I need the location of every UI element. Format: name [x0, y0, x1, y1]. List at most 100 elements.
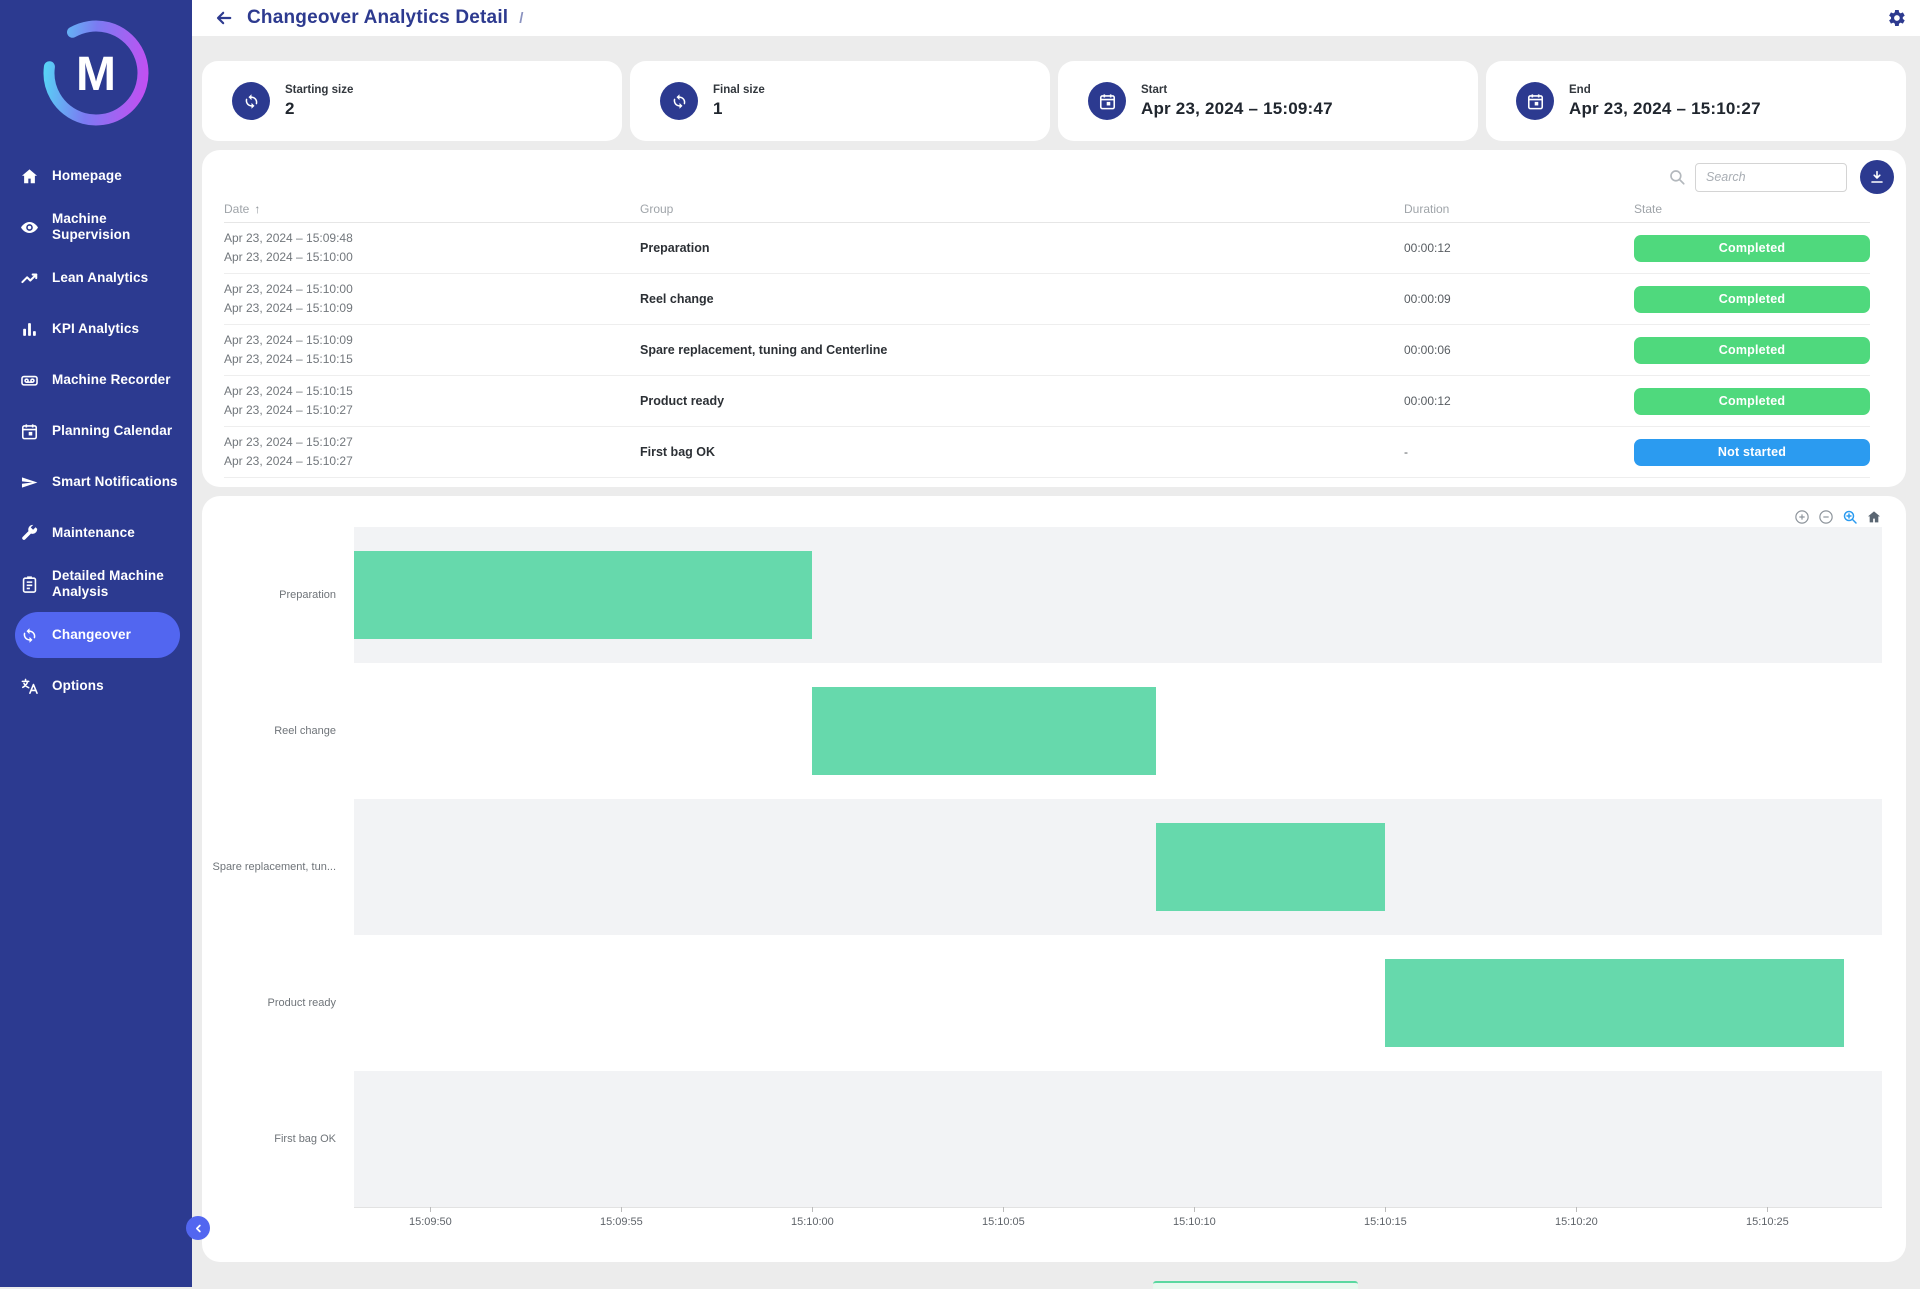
zoom-out-icon[interactable]	[1818, 509, 1834, 525]
download-icon	[1869, 169, 1885, 185]
group-cell: Spare replacement, tuning and Centerline	[640, 343, 1404, 357]
download-button[interactable]	[1860, 160, 1894, 194]
group-cell: Reel change	[640, 292, 1404, 306]
status-badge: Completed	[1634, 337, 1870, 364]
stat-cards-row: Starting size 2 Final size1 StartApr 23, 20…	[202, 61, 1906, 141]
status-badge: Not started	[1634, 439, 1870, 466]
gantt-x-axis: 15:09:5015:09:5515:10:0015:10:0515:10:10…	[354, 1207, 1882, 1239]
column-header-duration[interactable]: Duration	[1404, 202, 1634, 216]
calendar-icon	[1088, 82, 1126, 120]
column-header-state[interactable]: State	[1634, 202, 1870, 216]
sidebar-item-detailed-machine-analysis[interactable]: Detailed Machine Analysis	[15, 561, 180, 607]
sidebar-item-kpi-analytics[interactable]: KPI Analytics	[15, 306, 180, 352]
breadcrumb-separator: /	[519, 10, 523, 27]
chart-toolbar	[1794, 509, 1882, 525]
state-cell: Completed	[1634, 388, 1870, 415]
column-header-label: Group	[640, 202, 673, 216]
sidebar-item-changeover[interactable]: Changeover	[15, 612, 180, 658]
sidebar-item-label: Maintenance	[52, 525, 180, 541]
axis-tick-label: 15:10:00	[791, 1216, 834, 1228]
date-cell: Apr 23, 2024 – 15:10:27Apr 23, 2024 – 15…	[224, 433, 640, 470]
date-cell: Apr 23, 2024 – 15:10:15Apr 23, 2024 – 15…	[224, 382, 640, 419]
date-cell: Apr 23, 2024 – 15:10:00Apr 23, 2024 – 15…	[224, 280, 640, 317]
axis-tick-label: 15:10:25	[1746, 1216, 1789, 1228]
card-value: 2	[285, 99, 353, 119]
sidebar-item-label: Machine Recorder	[52, 372, 180, 388]
axis-tick	[430, 1207, 431, 1212]
duration-cell: 00:00:06	[1404, 343, 1634, 357]
sidebar-item-options[interactable]: Options	[15, 663, 180, 709]
back-button[interactable]	[214, 8, 234, 28]
app-logo: M	[0, 14, 192, 132]
card-start: StartApr 23, 2024 – 15:09:47	[1058, 61, 1478, 141]
column-header-date[interactable]: Date↑	[224, 202, 640, 216]
sidebar-item-homepage[interactable]: Homepage	[15, 153, 180, 199]
sidebar-nav: Homepage Machine Supervision Lean Analytic…	[0, 153, 192, 709]
sidebar-item-label: KPI Analytics	[52, 321, 180, 337]
sidebar-collapse-button[interactable]	[186, 1216, 210, 1240]
column-header-label: Duration	[1404, 202, 1449, 216]
gantt-row-label: Spare replacement, tun...	[202, 799, 346, 935]
axis-tick-label: 15:10:05	[982, 1216, 1025, 1228]
sidebar-item-lean-analytics[interactable]: Lean Analytics	[15, 255, 180, 301]
sync-icon	[19, 625, 39, 645]
search-input[interactable]	[1695, 163, 1847, 192]
gantt-bar-preparation[interactable]	[354, 551, 812, 639]
date-start: Apr 23, 2024 – 15:10:15	[224, 382, 640, 401]
axis-tick-label: 15:10:20	[1555, 1216, 1598, 1228]
table-row: Apr 23, 2024 – 15:10:00Apr 23, 2024 – 15…	[224, 274, 1870, 325]
settings-button[interactable]	[1885, 7, 1907, 29]
sidebar-item-label: Lean Analytics	[52, 270, 180, 286]
duration-cell: -	[1404, 445, 1634, 459]
axis-tick-label: 15:10:15	[1364, 1216, 1407, 1228]
sidebar-item-planning-calendar[interactable]: Planning Calendar	[15, 408, 180, 454]
card-text: Starting size 2	[285, 84, 353, 119]
gantt-bar-reel-change[interactable]	[812, 687, 1156, 775]
card-text: Final size1	[713, 84, 765, 119]
column-header-group[interactable]: Group	[640, 202, 1404, 216]
table-row: Apr 23, 2024 – 15:10:27Apr 23, 2024 – 15…	[224, 427, 1870, 478]
duration-cell: 00:00:09	[1404, 292, 1634, 306]
send-icon	[19, 472, 39, 492]
chevron-left-icon	[192, 1222, 205, 1235]
axis-tick-label: 15:09:50	[409, 1216, 452, 1228]
main-area: Changeover Analytics Detail / Starting s…	[192, 0, 1920, 1287]
group-cell: Product ready	[640, 394, 1404, 408]
table-row: Apr 23, 2024 – 15:10:09Apr 23, 2024 – 15…	[224, 325, 1870, 376]
column-header-label: Date	[224, 202, 249, 216]
card-label: Starting size	[285, 84, 353, 96]
sidebar-item-machine-recorder[interactable]: Machine Recorder	[15, 357, 180, 403]
date-start: Apr 23, 2024 – 15:10:00	[224, 280, 640, 299]
state-cell: Completed	[1634, 286, 1870, 313]
gantt-bar-product-ready[interactable]	[1385, 959, 1843, 1047]
axis-tick	[1576, 1207, 1577, 1212]
state-cell: Not started	[1634, 439, 1870, 466]
card-label: Final size	[713, 84, 765, 96]
date-start: Apr 23, 2024 – 15:10:27	[224, 433, 640, 452]
gantt-bar-spare-replacement-tun[interactable]	[1156, 823, 1385, 911]
date-end: Apr 23, 2024 – 15:10:15	[224, 350, 640, 369]
card-starting-size: Starting size 2	[202, 61, 622, 141]
area-zoom-icon[interactable]	[1842, 509, 1858, 525]
axis-tick	[1003, 1207, 1004, 1212]
axis-tick	[1194, 1207, 1195, 1212]
sidebar-item-machine-supervision[interactable]: Machine Supervision	[15, 204, 180, 250]
sidebar-item-label: Detailed Machine Analysis	[52, 568, 180, 600]
sidebar-item-maintenance[interactable]: Maintenance	[15, 510, 180, 556]
bottom-peek-card	[1153, 1281, 1358, 1289]
group-cell: Preparation	[640, 241, 1404, 255]
zoom-in-icon[interactable]	[1794, 509, 1810, 525]
sidebar-item-label: Planning Calendar	[52, 423, 180, 439]
reset-zoom-home-icon[interactable]	[1866, 509, 1882, 525]
sidebar-item-label: Changeover	[52, 627, 180, 643]
sidebar-item-smart-notifications[interactable]: Smart Notifications	[15, 459, 180, 505]
axis-tick	[1767, 1207, 1768, 1212]
axis-tick	[621, 1207, 622, 1212]
table-row: Apr 23, 2024 – 15:09:48Apr 23, 2024 – 15…	[224, 223, 1870, 274]
calendar-icon	[1516, 82, 1554, 120]
card-final-size: Final size1	[630, 61, 1050, 141]
table-header-row: Date↑Group Duration State	[224, 196, 1870, 223]
eye-icon	[19, 217, 39, 237]
axis-tick	[812, 1207, 813, 1212]
home-icon	[19, 166, 39, 186]
